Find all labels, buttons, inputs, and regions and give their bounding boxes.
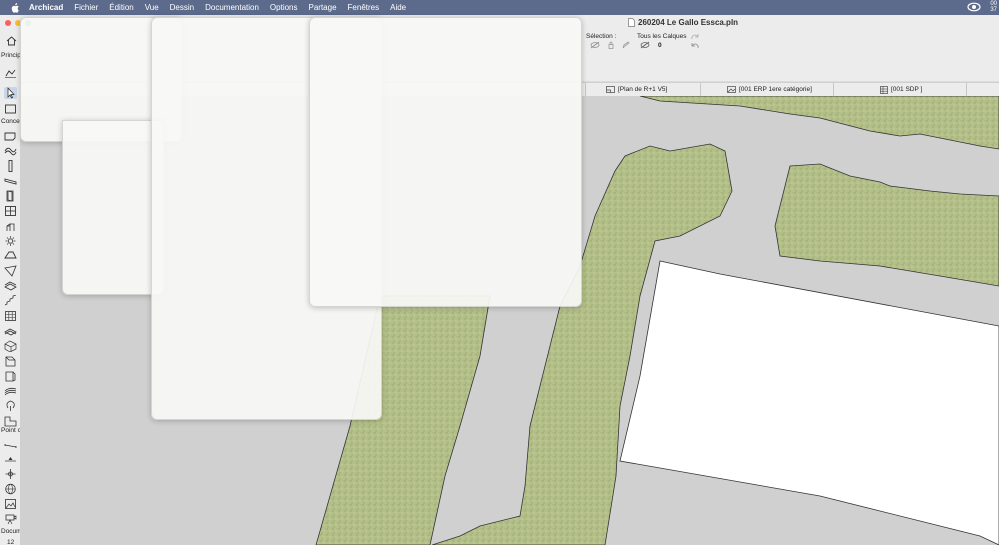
menu-fenetres[interactable]: Fenêtres [348,3,380,12]
selection-label: Sélection : [586,33,617,40]
layers-hidden-icon[interactable] [640,41,650,49]
floor-plan-icon [606,86,615,93]
schedule-icon [880,85,888,94]
level-dimension-icon[interactable] [4,453,17,465]
menu-aide[interactable]: Aide [390,3,406,12]
dimension-tool-icon[interactable] [4,440,17,452]
tab-label: [001 SDP ] [891,86,923,93]
globe-tool-icon[interactable] [4,483,17,495]
mini-map-icon[interactable] [4,67,17,79]
arrow-cursor-icon [7,87,15,99]
conception-label: Conce [1,118,20,125]
menu-fichier[interactable]: Fichier [74,3,98,12]
selection-hidden-icon[interactable] [590,41,600,49]
apple-icon[interactable] [9,2,21,13]
all-layers-label: Tous les Calques [637,33,687,40]
window-tool-icon[interactable] [4,205,17,217]
corner-window-icon[interactable] [4,370,17,382]
camera-tool-icon[interactable] [4,513,17,525]
beam-tool-icon[interactable] [4,175,17,187]
toolbox: Princip Conce Point c Docum 12 [0,31,21,545]
point-label: Point c [1,427,20,434]
menu-options[interactable]: Options [270,3,298,12]
tab-empty[interactable] [966,83,999,96]
undo-icon[interactable] [690,42,700,50]
menu-dessin[interactable]: Dessin [170,3,194,12]
principal-label: Princip [1,52,20,59]
menu-bar: Archicad Fichier Édition Vue Dessin Docu… [0,0,999,15]
floating-palette-4[interactable] [309,17,582,307]
mesh-grid-icon[interactable] [4,310,17,322]
menu-documentation[interactable]: Documentation [205,3,259,12]
visibility-eye-icon[interactable] [967,2,981,12]
column-tool-icon[interactable] [4,160,17,172]
documentation-label: Docum [1,528,20,535]
redo-icon[interactable] [690,33,700,41]
shell-tool-icon[interactable] [4,265,17,277]
roof-tool-icon[interactable] [4,250,17,262]
window-title: 260204 Le Gallo Essca.pln [638,18,739,27]
menu-app-archicad[interactable]: Archicad [29,3,63,12]
leaf-tool-icon[interactable] [4,400,17,412]
layers-count: 0 [658,42,662,49]
worksheet-tool-icon[interactable] [4,498,17,510]
selection-lock-icon[interactable] [606,41,616,49]
menu-partage[interactable]: Partage [309,3,337,12]
mep-tool-icon[interactable] [4,415,17,427]
menubar-clock[interactable]: 00 37 [985,1,997,13]
floating-palette-2[interactable] [62,120,164,295]
menu-vue[interactable]: Vue [145,3,159,12]
menu-edition[interactable]: Édition [109,3,133,12]
wall-tool-icon[interactable] [4,130,17,142]
door-tool-icon[interactable] [4,190,17,202]
railing-tool-icon[interactable] [4,325,17,337]
slab-tool-icon[interactable] [4,280,17,292]
drawing-icon [727,86,736,93]
tab-label: [001 ERP 1ere catégorie] [739,86,812,93]
lamp-tool-icon[interactable] [4,235,17,247]
toolbox-bottom-label: 12 [7,539,15,545]
close-window-button[interactable] [5,20,11,26]
home-icon[interactable] [5,35,18,47]
arrow-tool[interactable] [4,87,17,99]
tab-label: [Plan de R+1 V5] [618,86,668,93]
marquee-tool-icon[interactable] [4,103,17,115]
object-tool-icon[interactable] [4,220,17,232]
morph-tool-icon[interactable] [4,340,17,352]
tab-plan-r1[interactable]: [Plan de R+1 V5] [585,83,719,96]
document-icon [628,18,635,27]
zone-tool-icon[interactable] [4,385,17,397]
hotspot-tool-icon[interactable] [4,468,17,480]
selection-pencil-icon[interactable] [621,41,631,49]
curtain-wall-tool-icon[interactable] [4,145,17,157]
skylight-tool-icon[interactable] [4,355,17,367]
stair-tool-icon[interactable] [4,295,17,307]
